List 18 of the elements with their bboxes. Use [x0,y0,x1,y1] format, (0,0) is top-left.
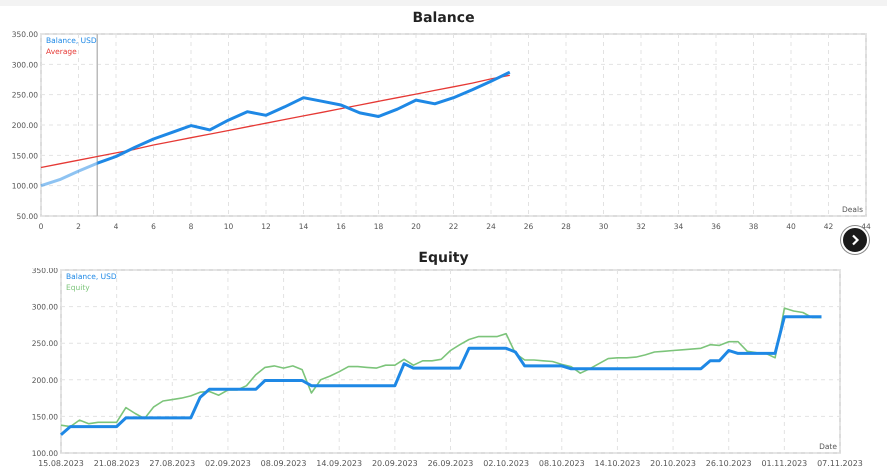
axis-label: 26.09.2023 [428,459,474,468]
axis-label: 02.10.2023 [483,459,530,468]
chevron-icon [850,234,860,246]
axis-label: 20.10.2023 [650,459,696,468]
chart-title: Equity [418,250,469,266]
axis-label: 20.09.2023 [372,459,418,468]
axis-label: 07.11.2023 [817,459,863,468]
axis-label: 21.08.2023 [94,459,140,468]
chart-title: Balance [412,10,475,26]
axis-label: 14.10.2023 [594,459,640,468]
axis-label: 26.10.2023 [706,459,752,468]
axis-label: 15.08.2023 [38,459,84,468]
axis-label: 08.10.2023 [538,459,585,468]
axis-label: 08.09.2023 [260,459,306,468]
axis-label: 14.09.2023 [316,459,362,468]
axis-label: 01.11.2023 [761,459,808,468]
axis-label: 02.09.2023 [205,459,251,468]
axis-label: 27.08.2023 [149,459,196,468]
